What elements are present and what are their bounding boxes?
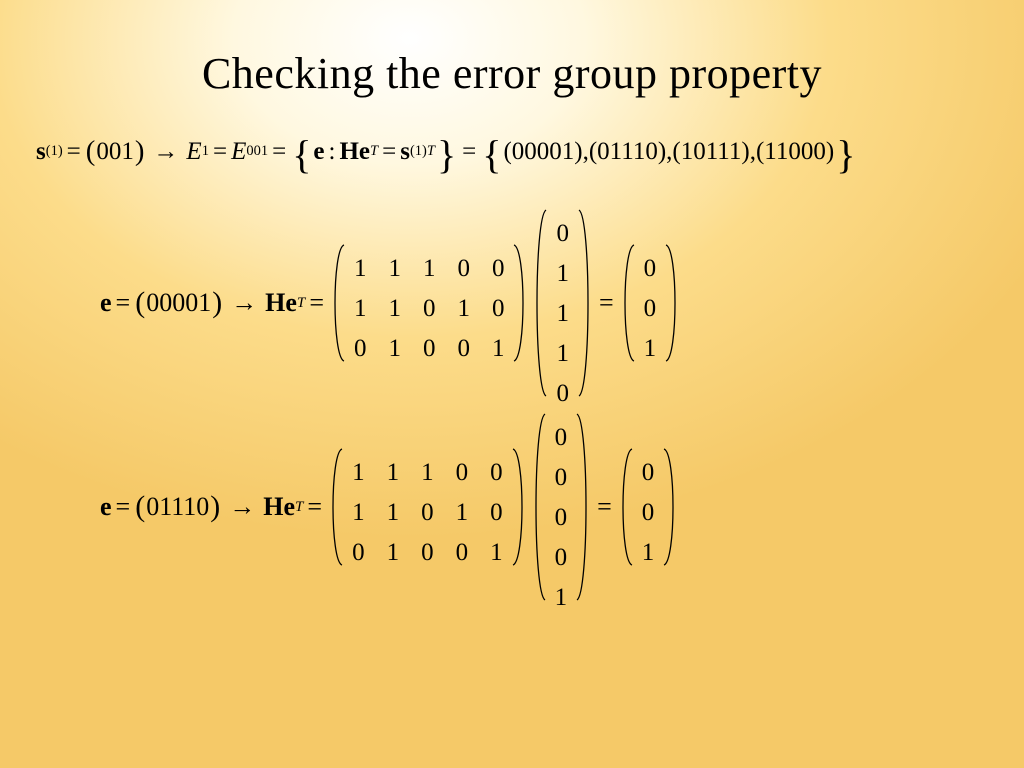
- eq-1: =: [63, 138, 85, 166]
- E001-sub: 001: [246, 143, 268, 160]
- T-e1: T: [297, 295, 305, 311]
- s2-sup: (1)T: [410, 143, 435, 160]
- eq-3: =: [268, 138, 290, 166]
- rparen-1: ): [134, 135, 146, 168]
- eq-e1: =: [112, 288, 135, 318]
- eq-2: =: [209, 138, 231, 166]
- s-sup: (1): [46, 143, 63, 160]
- sym-e1: e: [100, 288, 112, 318]
- sym-HeT1: He: [265, 288, 297, 318]
- E1-sub: 1: [202, 143, 209, 160]
- arrow-e1: →: [223, 288, 265, 318]
- eq-He1: =: [305, 288, 328, 318]
- rparen-e2: ): [209, 490, 221, 524]
- coset-3: (11000): [756, 138, 834, 166]
- lparen-e2: (: [134, 490, 146, 524]
- vec-e1T: 0 1 1 1 0: [534, 208, 591, 398]
- eq-4: =: [378, 138, 400, 166]
- sym-e-set: e: [313, 138, 324, 166]
- e1-val: 00001: [146, 288, 211, 318]
- syndrome-line: s (1) = ( 001 ) → E 1 = E 001 = { e : He…: [36, 135, 994, 168]
- T-1: T: [370, 143, 378, 159]
- sym-e2: e: [100, 492, 112, 522]
- lparen-e1: (: [134, 286, 146, 320]
- s-val: 001: [96, 138, 134, 166]
- matrix-H-2: 11100 11010 01001: [330, 447, 525, 567]
- vec-res1: 0 0 1: [622, 243, 679, 363]
- arrow-1: →: [145, 138, 186, 166]
- eq-5: =: [458, 138, 480, 166]
- lparen-1: (: [85, 135, 97, 168]
- T-e2: T: [295, 499, 303, 515]
- eq-res1: =: [595, 288, 618, 318]
- example-1: e = ( 00001 ) → He T = 11100 11010 01001…: [100, 208, 994, 398]
- page-title: Checking the error group property: [30, 48, 994, 99]
- coset-0: (00001): [503, 138, 582, 166]
- example-2: e = ( 01110 ) → He T = 11100 11010 01001…: [100, 412, 994, 602]
- sym-s: s: [36, 138, 46, 166]
- sym-He: He: [339, 138, 370, 166]
- e2-val: 01110: [146, 492, 209, 522]
- eq-He2: =: [303, 492, 326, 522]
- sym-E001: E: [231, 138, 246, 166]
- arrow-e2: →: [221, 492, 263, 522]
- vec-res2: 0 0 1: [620, 447, 677, 567]
- eq-e2: =: [112, 492, 135, 522]
- slide: Checking the error group property s (1) …: [0, 0, 1024, 768]
- sym-HeT2: He: [263, 492, 295, 522]
- sym-s2: s: [400, 138, 410, 166]
- sym-E1: E: [186, 138, 201, 166]
- matrix-H-1-rows: 11100 11010 01001: [346, 243, 513, 363]
- colon: :: [325, 138, 340, 166]
- rparen-e1: ): [211, 286, 223, 320]
- vec-e2T: 0 0 0 0 1: [533, 412, 590, 602]
- coset-1: (01110): [589, 138, 666, 166]
- coset-2: (10111): [672, 138, 749, 166]
- matrix-H-1: 11100 11010 01001: [332, 243, 527, 363]
- eq-res2: =: [593, 492, 616, 522]
